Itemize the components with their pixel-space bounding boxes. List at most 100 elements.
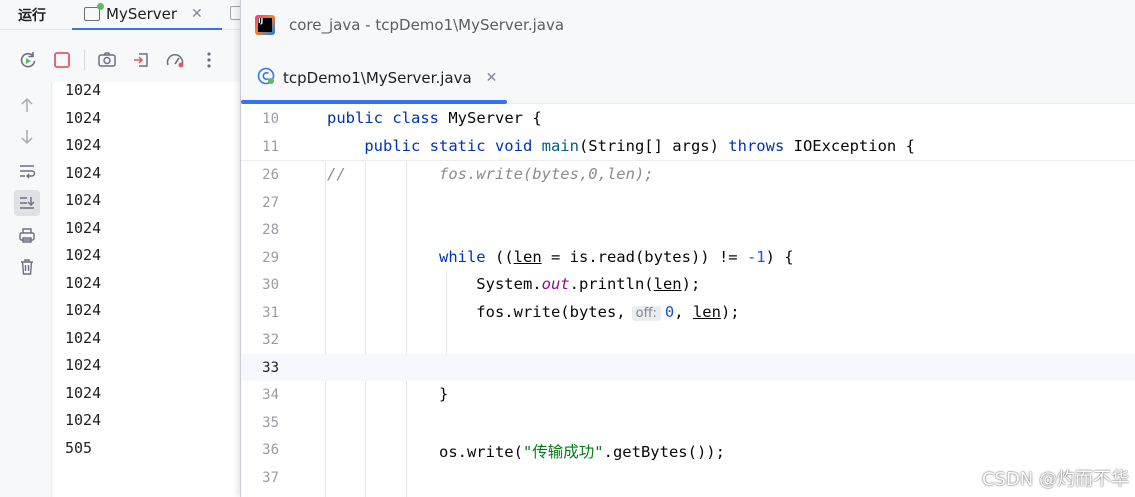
code-line[interactable]: 30 System.out.println(len); [241,271,1135,299]
sticky-header-lines: 10 public class MyServer {11 public stati… [241,105,1135,161]
print-icon[interactable] [14,222,40,248]
login-icon[interactable] [129,48,153,72]
code-editor[interactable]: 10 public class MyServer {11 public stati… [241,105,1135,497]
code-token: len [513,247,542,266]
code-line[interactable]: 35 [241,409,1135,437]
arrow-down-icon[interactable] [14,124,40,150]
trash-icon[interactable] [14,254,40,280]
console-line: 1024 [65,163,102,182]
console-line: 1024 [65,356,102,374]
code-token: throws [728,137,794,155]
arrow-up-icon[interactable] [14,92,40,118]
editor-tab-myserver[interactable]: tcpDemo1\MyServer.java ✕ [241,52,507,104]
close-icon[interactable]: ✕ [486,70,498,86]
parameter-hint: off: [631,305,661,321]
code-line[interactable]: 28 [241,216,1135,244]
console-line: 1024 [65,218,102,237]
code-text: os.write("传输成功".getBytes()); [327,440,725,462]
toolbar-separator [84,50,85,70]
code-line[interactable]: 11 public static void main(String[] args… [241,133,1135,161]
code-token: , [674,302,693,321]
code-line[interactable]: 10 public class MyServer { [241,105,1135,133]
code-line[interactable]: 27 [241,189,1135,217]
code-token: public static void [364,137,542,155]
close-icon[interactable]: ✕ [191,6,203,22]
editor-tab-label: tcpDemo1\MyServer.java [283,69,472,87]
run-toolbar [0,42,240,78]
run-tab-myserver[interactable]: MyServer ✕ [72,0,222,30]
code-token: "传输成功" [522,443,604,461]
code-text: while ((len = is.read(bytes)) != -1) { [327,248,794,266]
window-title: core_java - tcpDemo1\MyServer.java [289,16,565,34]
rerun-icon[interactable] [16,48,40,72]
scroll-to-end-icon[interactable] [14,190,40,216]
code-text: } [327,385,448,403]
console-line: 1024 [65,81,102,99]
line-number: 34 [262,387,279,403]
console-line: 1024 [65,191,102,209]
gauge-icon[interactable] [163,48,187,72]
code-token: fos.write(bytes, [327,302,626,321]
code-token: (String[] args) [578,137,729,155]
code-token: len [692,302,721,321]
code-token: main [541,137,579,155]
soft-wrap-icon[interactable] [14,158,40,184]
run-config-icon [84,3,104,21]
console-line: 1024 [65,136,102,154]
line-number: 37 [262,469,279,486]
code-token: out [541,275,570,293]
intellij-logo-text: IJ [258,17,264,25]
code-token: .getBytes()); [603,443,725,461]
line-number: 27 [262,194,279,211]
code-line[interactable]: 29 while ((len = is.read(bytes)) != -1) … [241,244,1135,272]
active-tab-indicator [241,100,507,104]
line-number: 33 [262,359,279,376]
stop-icon[interactable] [50,48,74,72]
code-token: -1 [746,247,766,266]
code-token: public class [327,109,449,127]
line-number: 32 [262,332,279,348]
run-title: 运行 [18,8,46,24]
code-token: ); [681,275,701,293]
java-class-icon [257,67,275,89]
code-token: os.write( [327,443,523,461]
console-line: 1024 [65,411,102,429]
code-token: // fos.write(bytes,0,len); [327,165,654,183]
code-text: public class MyServer { [327,109,542,127]
more-icon[interactable] [197,48,221,72]
code-token: } [327,385,449,403]
code-line[interactable]: 33 [241,353,1135,381]
run-side-toolbar [0,82,52,497]
camera-icon[interactable] [95,48,119,72]
code-line[interactable]: 36 os.write("传输成功".getBytes()); [241,436,1135,464]
code-token: 0 [664,302,675,321]
line-number: 35 [262,414,279,431]
console-line: 1024 [65,246,102,264]
line-number: 11 [262,139,279,155]
line-number: 29 [262,249,279,266]
line-number: 28 [262,222,279,238]
editor-window: IJ core_java - tcpDemo1\MyServer.java tc… [240,0,1135,497]
console-line: 1024 [65,301,102,319]
code-line[interactable]: 26 // fos.write(bytes,0,len); [241,161,1135,189]
code-token: = is.read(bytes)) != [541,247,747,266]
code-line[interactable]: 32 [241,326,1135,354]
code-token: IOException { [793,137,915,155]
code-text: System.out.println(len); [327,275,700,293]
code-token: ) { [765,247,794,266]
code-token: ); [720,302,740,321]
code-token: System. [327,275,542,293]
code-line[interactable]: 31 fos.write(bytes, off: 0, len); [241,299,1135,327]
code-token: len [653,275,682,293]
code-line[interactable]: 34 } [241,381,1135,409]
line-number: 26 [262,167,279,183]
code-token: while [438,247,495,266]
console-output[interactable]: 1024 1024 1024 1024 1024 1024 1024 1024 1024 1024… [53,82,243,497]
console-line: 1024 [65,273,102,292]
console-line: 1024 [65,383,102,402]
console-line: 1024 [65,108,102,127]
editor-tabbar: tcpDemo1\MyServer.java ✕ [241,52,1135,104]
line-number: 36 [262,442,279,458]
